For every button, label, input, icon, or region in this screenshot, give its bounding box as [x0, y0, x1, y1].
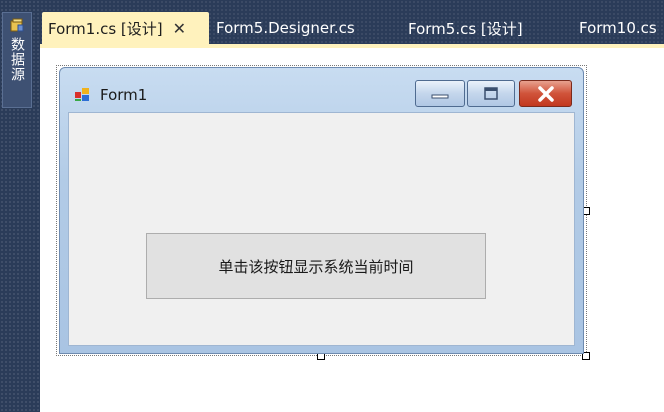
minimize-button[interactable]: [415, 80, 465, 107]
tab-label: Form1.cs [设计]: [48, 19, 163, 38]
tab-form5-design[interactable]: Form5.cs [设计]: [402, 12, 523, 44]
form-icon: [75, 88, 89, 101]
data-source-label: 数据源: [9, 37, 25, 82]
tab-label: Form5.Designer.cs: [216, 19, 355, 37]
show-time-button[interactable]: 单击该按钮显示系统当前时间: [146, 233, 486, 299]
document-tab-bar: Form1.cs [设计] ✕ Form5.Designer.cs Form5.…: [40, 0, 664, 44]
form-window[interactable]: Form1 单击该按钮显示系统当前时间: [59, 67, 584, 354]
database-icon: [10, 18, 24, 32]
close-icon: [537, 85, 554, 102]
maximize-button[interactable]: [467, 80, 515, 107]
data-source-tab[interactable]: 数据源: [2, 12, 32, 108]
form-client-area: 单击该按钮显示系统当前时间: [68, 112, 575, 346]
tab-form5-designer[interactable]: Form5.Designer.cs: [210, 12, 355, 44]
designer-surface: Form1 单击该按钮显示系统当前时间: [40, 48, 664, 412]
tab-label: Form5.cs [设计]: [408, 19, 523, 38]
minimize-icon: [431, 94, 449, 98]
close-button[interactable]: [519, 80, 572, 107]
form-titlebar: Form1: [60, 68, 583, 112]
tab-form10[interactable]: Form10.cs: [573, 12, 657, 44]
tab-form1-design[interactable]: Form1.cs [设计] ✕: [42, 12, 209, 44]
tab-label: Form10.cs: [579, 19, 657, 37]
data-source-strip: 数据源: [0, 0, 40, 412]
close-tab-icon[interactable]: ✕: [173, 19, 186, 38]
maximize-icon: [484, 86, 498, 100]
form-title: Form1: [100, 86, 148, 104]
